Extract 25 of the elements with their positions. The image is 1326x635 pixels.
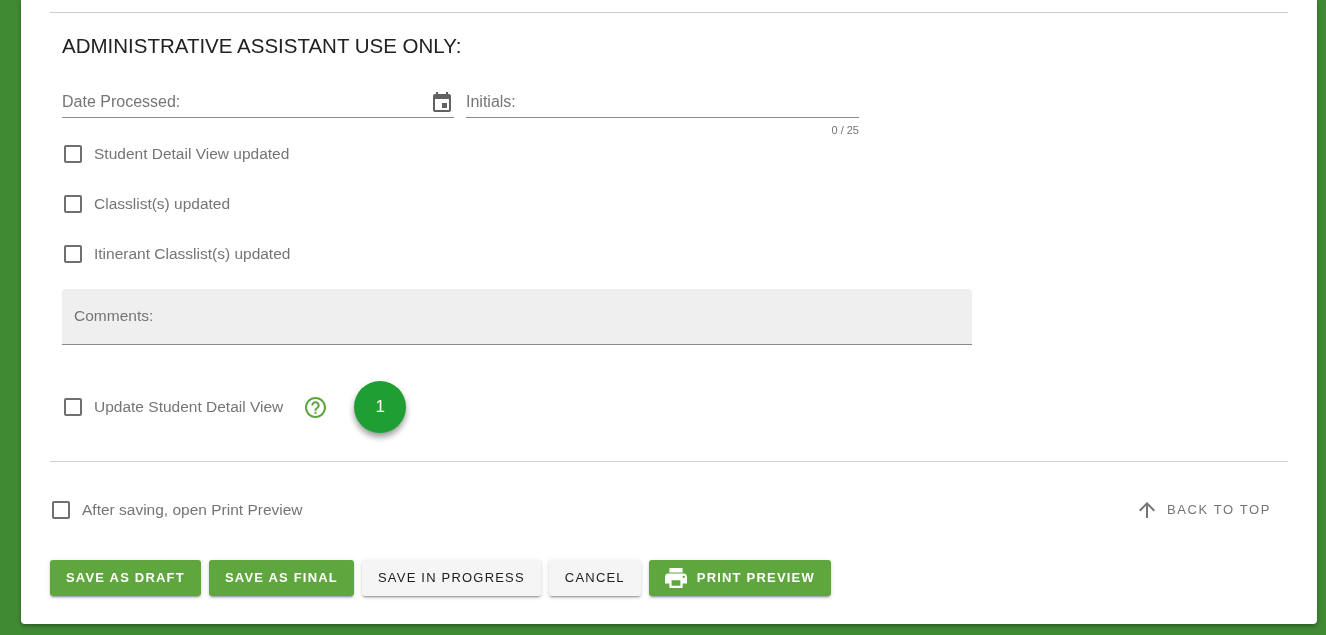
- comments-field[interactable]: Comments:: [62, 289, 972, 345]
- back-to-top-button[interactable]: BACK TO TOP: [1126, 494, 1288, 526]
- printer-icon[interactable]: [664, 568, 687, 588]
- checkbox-label[interactable]: Classlist(s) updated: [94, 194, 231, 214]
- action-button[interactable]: PRINT PREVIEW: [648, 560, 831, 596]
- date-field[interactable]: Date Processed:: [62, 87, 454, 118]
- checkbox-label[interactable]: Student Detail View updated: [94, 144, 290, 164]
- action-button[interactable]: SAVE AS DRAFT: [50, 560, 201, 596]
- action-button[interactable]: SAVE IN PROGRESS: [362, 560, 541, 596]
- calendar-icon[interactable]: [433, 92, 451, 112]
- character-counter: 0 / 25: [831, 123, 859, 137]
- checkbox[interactable]: [64, 145, 82, 163]
- action-button[interactable]: SAVE AS FINAL: [208, 560, 354, 596]
- checkbox-label[interactable]: After saving, open Print Preview: [82, 500, 303, 520]
- number-badge: 1: [354, 381, 407, 433]
- section-heading: ADMINISTRATIVE ASSISTANT USE ONLY:: [62, 34, 462, 58]
- checkbox-label[interactable]: Update Student Detail View: [94, 397, 284, 417]
- checkbox[interactable]: [64, 195, 82, 213]
- arrow-up-icon[interactable]: [1138, 502, 1155, 518]
- checkbox[interactable]: [64, 245, 82, 263]
- checkbox[interactable]: [52, 501, 70, 519]
- checkbox-label[interactable]: Itinerant Classlist(s) updated: [94, 244, 291, 264]
- help-icon[interactable]: [305, 396, 327, 418]
- action-button[interactable]: CANCEL: [548, 560, 641, 596]
- checkbox[interactable]: [64, 398, 82, 416]
